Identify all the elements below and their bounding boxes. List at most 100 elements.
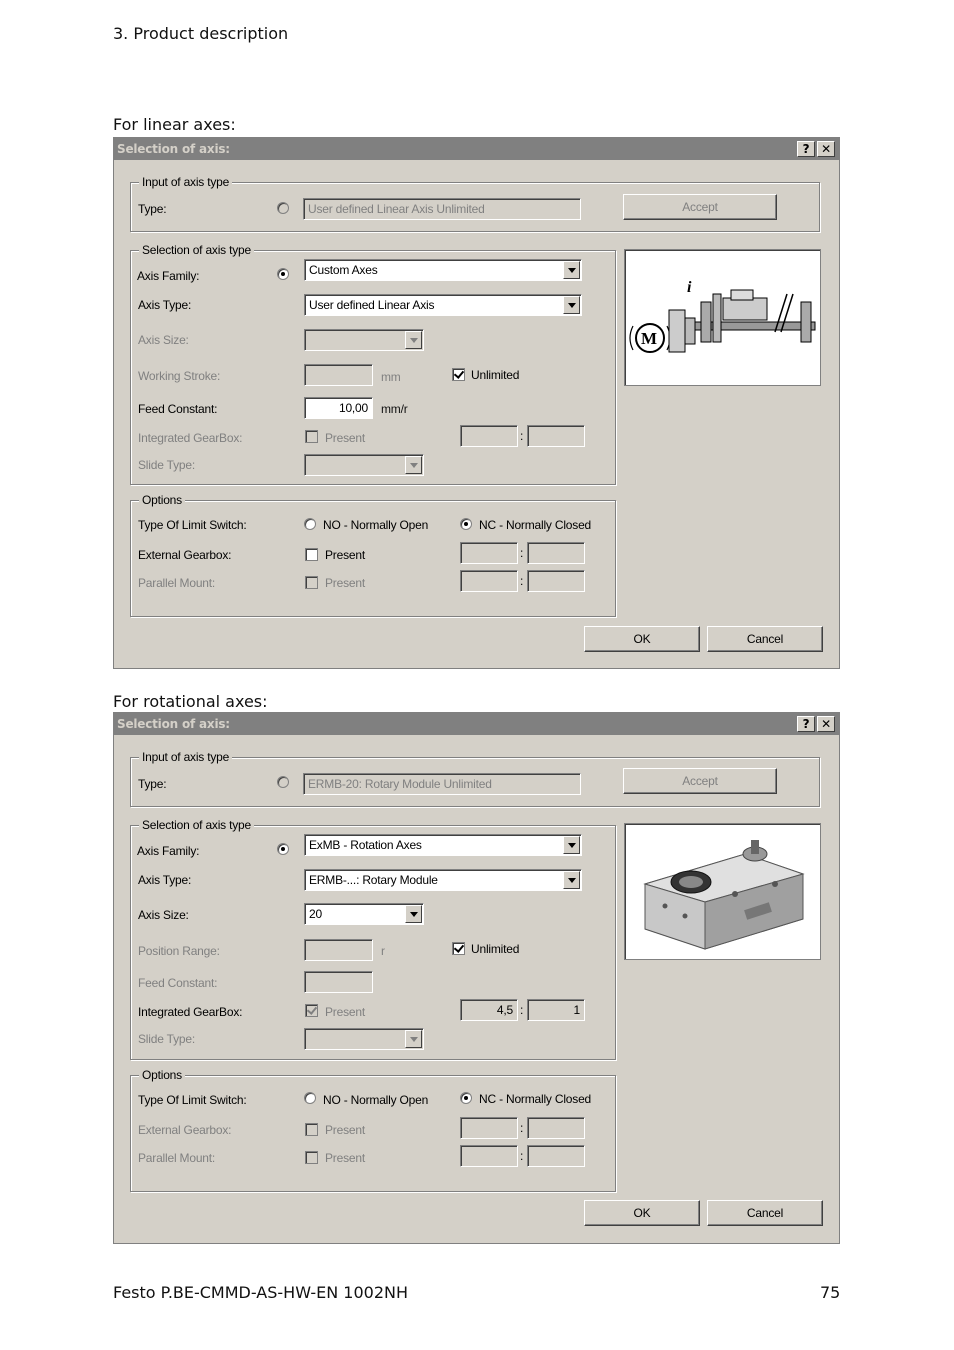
ratio-colon: : (520, 574, 524, 588)
help-button[interactable]: ? (797, 141, 815, 157)
feed-constant-input[interactable] (304, 971, 373, 993)
ext-gear-denominator-input[interactable] (527, 542, 585, 564)
svg-text:M: M (641, 329, 657, 348)
axis-selection-dialog-rotational: Selection of axis: ? ✕ Input of axis typ… (113, 712, 840, 1244)
unlimited-checkbox[interactable] (452, 942, 465, 955)
parallel-mount-checkbox[interactable] (305, 576, 318, 589)
type-input-field[interactable]: User defined Linear Axis Unlimited (303, 198, 581, 220)
working-stroke-input[interactable] (304, 364, 373, 386)
axis-family-value: ExMB - Rotation Axes (309, 838, 422, 852)
selection-radio[interactable] (277, 268, 289, 280)
ext-gear-denominator-input[interactable] (527, 1117, 585, 1139)
position-range-label: Position Range: (138, 944, 220, 958)
unlimited-checkbox[interactable] (452, 368, 465, 381)
normally-open-label: NO - Normally Open (323, 518, 429, 532)
unlimited-label: Unlimited (471, 368, 520, 382)
present-label: Present (325, 1123, 365, 1137)
close-icon[interactable]: ✕ (817, 716, 835, 732)
normally-closed-radio[interactable] (460, 1092, 472, 1104)
type-label: Type: (138, 202, 167, 216)
axis-family-select[interactable]: ExMB - Rotation Axes (304, 834, 582, 856)
gear-numerator-input[interactable] (460, 425, 518, 447)
integrated-gearbox-checkbox[interactable] (305, 430, 318, 443)
normally-open-radio[interactable] (304, 518, 316, 530)
parallel-denominator-input[interactable] (527, 570, 585, 592)
chevron-down-icon[interactable] (405, 331, 422, 349)
chevron-down-icon[interactable] (563, 871, 580, 889)
feed-constant-label: Feed Constant: (138, 402, 218, 416)
axis-size-label: Axis Size: (138, 908, 189, 922)
present-label: Present (325, 576, 365, 590)
slide-type-select[interactable] (304, 1028, 424, 1050)
group-title: Selection of axis type (139, 818, 254, 832)
cancel-button[interactable]: Cancel (707, 626, 823, 652)
normally-closed-radio[interactable] (460, 518, 472, 530)
external-gearbox-checkbox[interactable] (305, 1123, 318, 1136)
accept-button[interactable]: Accept (623, 194, 777, 220)
axis-size-select[interactable] (304, 329, 424, 351)
position-range-input[interactable] (304, 939, 373, 961)
gear-denominator-input[interactable]: 1 (527, 999, 585, 1021)
chevron-down-icon[interactable] (563, 296, 580, 314)
chevron-down-icon[interactable] (405, 905, 422, 923)
parallel-mount-label: Parallel Mount: (138, 576, 216, 590)
help-button[interactable]: ? (797, 716, 815, 732)
parallel-denominator-input[interactable] (527, 1145, 585, 1167)
title-bar: Selection of axis: ? ✕ (114, 713, 839, 735)
present-label: Present (325, 431, 365, 445)
ratio-colon: : (520, 1149, 524, 1163)
axis-family-select[interactable]: Custom Axes (304, 259, 582, 281)
type-input-radio[interactable] (277, 776, 289, 788)
ok-button[interactable]: OK (584, 1200, 700, 1226)
footer-doc-id: Festo P.BE-CMMD-AS-HW-EN 1002NH (113, 1283, 409, 1302)
parallel-mount-checkbox[interactable] (305, 1151, 318, 1164)
parallel-numerator-input[interactable] (460, 570, 518, 592)
working-stroke-label: Working Stroke: (138, 369, 221, 383)
chevron-down-icon[interactable] (563, 836, 580, 854)
selection-radio[interactable] (277, 843, 289, 855)
ok-button[interactable]: OK (584, 626, 700, 652)
rotary-module-photo (643, 840, 805, 950)
type-input-field[interactable]: ERMB-20: Rotary Module Unlimited (303, 773, 581, 795)
external-gearbox-label: External Gearbox: (138, 1123, 232, 1137)
axis-type-value: ERMB-...: Rotary Module (309, 873, 438, 887)
normally-open-radio[interactable] (304, 1092, 316, 1104)
cancel-button[interactable]: Cancel (707, 1200, 823, 1226)
gear-numerator-input[interactable]: 4,5 (460, 999, 518, 1021)
external-gearbox-label: External Gearbox: (138, 548, 232, 562)
selection-axis-type-group: Selection of axis type (130, 243, 616, 485)
chevron-down-icon[interactable] (563, 261, 580, 279)
feed-constant-input[interactable]: 10,00 (304, 397, 373, 419)
slide-type-label: Slide Type: (138, 1032, 195, 1046)
parallel-mount-label: Parallel Mount: (138, 1151, 216, 1165)
feed-unit: mm/r (381, 402, 408, 416)
normally-open-label: NO - Normally Open (323, 1093, 429, 1107)
accept-button[interactable]: Accept (623, 768, 777, 794)
group-title: Input of axis type (139, 750, 233, 764)
ext-gear-numerator-input[interactable] (460, 1117, 518, 1139)
footer-page-number: 75 (820, 1283, 841, 1302)
gear-denominator-input[interactable] (527, 425, 585, 447)
group-title: Selection of axis type (139, 243, 254, 257)
slide-type-select[interactable] (304, 454, 424, 476)
chevron-down-icon[interactable] (405, 1030, 422, 1048)
stroke-unit: mm (381, 370, 401, 384)
axis-type-select[interactable]: ERMB-...: Rotary Module (304, 869, 582, 891)
chevron-down-icon[interactable] (405, 456, 422, 474)
slide-type-label: Slide Type: (138, 458, 195, 472)
ext-gear-numerator-input[interactable] (460, 542, 518, 564)
close-icon[interactable]: ✕ (817, 141, 835, 157)
normally-closed-label: NC - Normally Closed (479, 518, 592, 532)
group-title: Options (139, 493, 185, 507)
axis-size-select[interactable]: 20 (304, 903, 424, 925)
range-unit: r (381, 944, 385, 958)
integrated-gearbox-checkbox[interactable] (305, 1004, 318, 1017)
parallel-numerator-input[interactable] (460, 1145, 518, 1167)
linear-axis-diagram: M i (629, 279, 816, 353)
axis-type-select[interactable]: User defined Linear Axis (304, 294, 582, 316)
external-gearbox-checkbox[interactable] (305, 548, 318, 561)
dialog-title: Selection of axis: (117, 717, 230, 731)
present-label: Present (325, 1151, 365, 1165)
svg-text:i: i (687, 279, 692, 296)
type-input-radio[interactable] (277, 202, 289, 214)
